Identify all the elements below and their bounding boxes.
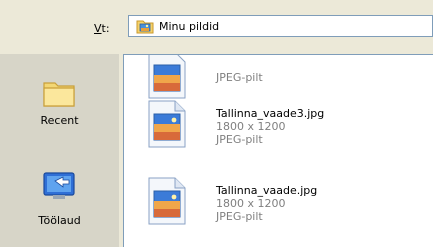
file-item-tallinna-vaade3[interactable]: Tallinna_vaade3.jpg 1800 x 1200 JPEG-pil… (124, 94, 424, 164)
look-in-label-rest: t: (101, 22, 110, 35)
jpeg-file-icon (148, 55, 186, 99)
places-desktop-label: Töölaud (38, 214, 81, 227)
file-name: Tallinna_vaade3.jpg (216, 107, 325, 120)
recent-folder-icon (43, 82, 75, 107)
desktop-icon (43, 172, 75, 199)
file-name: Tallinna_vaade.jpg (216, 184, 318, 197)
file-item-partial[interactable]: JPEG-pilt (124, 55, 424, 99)
file-item-tallinna-vaade[interactable]: Tallinna_vaade.jpg 1800 x 1200 JPEG-pilt (124, 171, 424, 241)
file-type: JPEG-pilt (216, 133, 263, 146)
file-dimensions: 1800 x 1200 (216, 197, 286, 210)
places-desktop[interactable]: Töölaud (0, 169, 119, 239)
places-bar: Recent Töölaud (0, 54, 119, 247)
look-in-accel: V (94, 22, 102, 35)
file-list[interactable]: JPEG-pilt Tallinna_vaade3.jpg 1800 x 120… (123, 54, 433, 247)
look-in-label: Vt: (94, 22, 110, 35)
jpeg-file-icon (148, 177, 186, 225)
file-type: JPEG-pilt (216, 210, 263, 223)
places-recent-label: Recent (40, 114, 79, 127)
jpeg-file-icon (148, 100, 186, 148)
my-pictures-folder-icon (136, 20, 154, 34)
file-type: JPEG-pilt (216, 71, 263, 84)
file-dimensions: 1800 x 1200 (216, 120, 286, 133)
look-in-dropdown[interactable]: Minu pildid (128, 15, 433, 37)
places-recent[interactable]: Recent (0, 76, 119, 136)
look-in-current-folder: Minu pildid (159, 20, 220, 33)
